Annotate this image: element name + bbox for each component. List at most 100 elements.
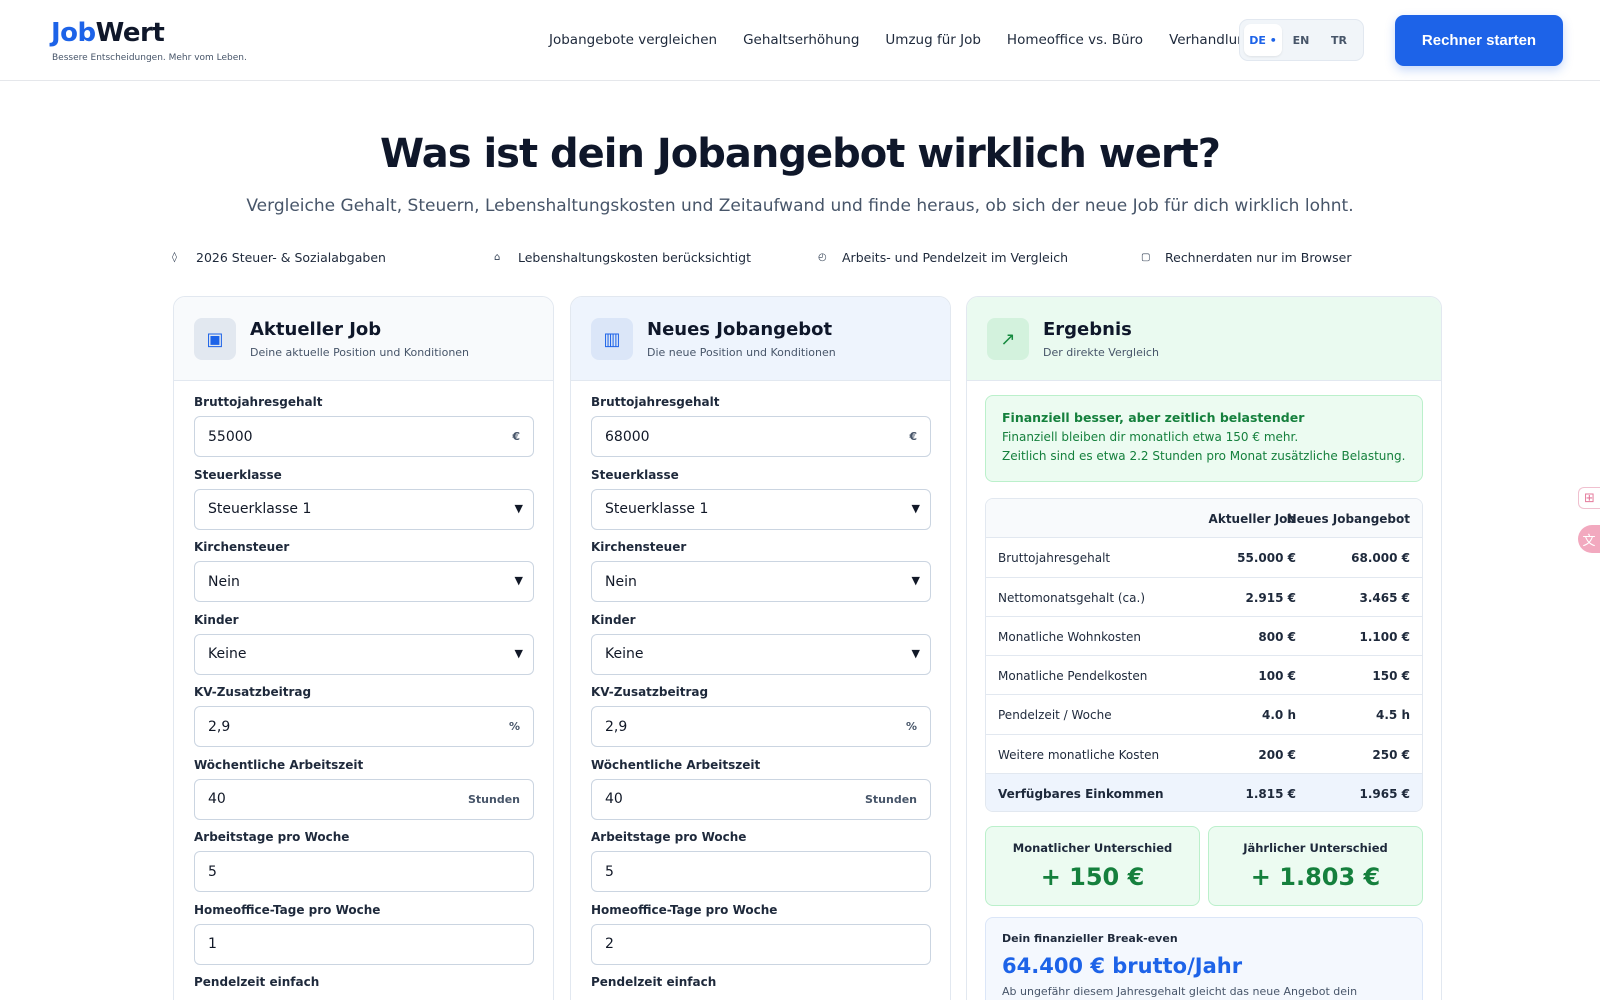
offer-weekly-hours-input[interactable]: 40 Stunden: [591, 778, 931, 820]
hero-subtitle: Vergleiche Gehalt, Steuern, Lebenshaltun…: [246, 196, 1354, 216]
monthly-difference-box: Monatlicher Unterschied + 150 €: [985, 826, 1200, 906]
offer-children-select[interactable]: Keine ▼: [591, 633, 931, 675]
field-label: Wöchentliche Arbeitszeit: [194, 757, 364, 772]
translate-icon[interactable]: 文: [1578, 525, 1600, 553]
form-field: Steuerklasse Steuerklasse 1 ▼: [591, 468, 931, 541]
field-label: Pendelzeit einfach: [591, 975, 717, 989]
field-label: Kinder: [194, 612, 239, 627]
top-navigation-bar: JobWert Bessere Entscheidungen. Mehr vom…: [0, 0, 1600, 81]
comparison-table: Aktueller Job Neues Jobangebot Bruttojah…: [985, 498, 1423, 812]
lock-icon: ▢: [1141, 252, 1151, 263]
form-field: Homeoffice-Tage pro Woche 1: [194, 903, 534, 976]
row-label: Bruttojahresgehalt: [998, 551, 1111, 566]
logo-part-2: Wert: [95, 18, 165, 48]
lang-en[interactable]: EN: [1282, 24, 1320, 56]
table-row: Bruttojahresgehalt 55.000 € 68.000 €: [986, 538, 1422, 578]
feature-item: ◴ Arbeits- und Pendelzeit im Vergleich: [818, 250, 1068, 265]
offer-kv-input[interactable]: 2,9%: [591, 706, 931, 747]
chevron-down-icon: ▼: [514, 501, 523, 515]
table-row: Monatliche Pendelkosten 100 € 150 €: [986, 656, 1422, 696]
field-label: Kinder: [591, 612, 636, 627]
form-field: KV-Zusatzbeitrag 2,9%: [194, 685, 534, 758]
current-workdays-input[interactable]: 5: [194, 851, 534, 892]
trending-up-icon: ↗: [987, 318, 1029, 360]
feature-list: ◊ 2026 Steuer- & Sozialabgaben ⌂ Lebensh…: [172, 250, 1442, 272]
row-label: Weitere monatliche Kosten: [998, 747, 1160, 762]
current-weekly-hours-input[interactable]: 40 Stunden: [194, 778, 534, 820]
logo[interactable]: JobWert: [51, 18, 165, 48]
form-field: Steuerklasse Steuerklasse 1 ▼: [194, 468, 534, 541]
card-header: ▣ Aktueller Job Deine aktuelle Position …: [174, 297, 553, 381]
row-value-current: 1.815 €: [1245, 787, 1296, 802]
field-label: Arbeitstage pro Woche: [591, 830, 747, 844]
lang-tr[interactable]: TR: [1320, 24, 1358, 56]
tagline: Bessere Entscheidungen. Mehr vom Leben.: [52, 53, 247, 63]
table-row: Pendelzeit / Woche 4.0 h 4.5 h: [986, 695, 1422, 735]
column-header: Aktueller Job: [1208, 512, 1296, 526]
nav-link-umzug[interactable]: Umzug für Job: [885, 32, 981, 48]
field-label: Homeoffice-Tage pro Woche: [194, 902, 381, 917]
select-value: Nein: [605, 573, 637, 590]
current-homeoffice-input[interactable]: 1: [194, 923, 534, 965]
current-children-select[interactable]: Keine ▼: [194, 633, 534, 675]
field-label: KV-Zusatzbeitrag: [194, 685, 312, 699]
column-header: Neues Jobangebot: [1286, 512, 1410, 526]
chevron-down-icon: ▼: [911, 646, 920, 660]
logo-part-1: Job: [51, 18, 96, 48]
card-title: Neues Jobangebot: [647, 319, 833, 340]
breakeven-description: Ab ungefähr diesem Jahresgehalt gleicht …: [1002, 985, 1358, 1000]
field-label: Steuerklasse: [194, 467, 282, 482]
result-card: ↗ Ergebnis Der direkte Vergleich Finanzi…: [966, 296, 1442, 1000]
verdict-line: Finanziell bleiben dir monatlich etwa 15…: [1002, 430, 1299, 444]
current-church-tax-select[interactable]: Nein ▼: [194, 561, 534, 602]
new-offer-card: ▥ Neues Jobangebot Die neue Position und…: [570, 296, 951, 1000]
hours-suffix: Stunden: [864, 792, 917, 806]
table-row: Weitere monatliche Kosten 200 € 250 €: [986, 735, 1422, 775]
offer-gross-salary-input[interactable]: 68000 €: [591, 416, 931, 457]
feature-item: ◊ 2026 Steuer- & Sozialabgaben: [172, 250, 386, 265]
hours-suffix: Stunden: [467, 792, 520, 806]
chevron-down-icon: ▼: [514, 646, 523, 660]
row-label: Monatliche Pendelkosten: [998, 669, 1148, 684]
feature-item: ▢ Rechnerdaten nur im Browser: [1141, 250, 1351, 265]
start-calculator-button[interactable]: Rechner starten: [1395, 15, 1563, 66]
nav-link-homeoffice[interactable]: Homeoffice vs. Büro: [1007, 32, 1143, 48]
field-label: Pendelzeit einfach: [194, 975, 320, 989]
breakeven-box: Dein finanzieller Break-even 64.400 € br…: [985, 917, 1423, 1000]
offer-homeoffice-input[interactable]: 2: [591, 923, 931, 965]
nav-link-gehaltserhoehung[interactable]: Gehaltserhöhung: [743, 32, 859, 48]
select-value: Steuerklasse 1: [208, 501, 312, 517]
row-value-offer: 68.000 €: [1351, 551, 1410, 566]
field-label: Arbeitstage pro Woche: [194, 830, 350, 844]
input-value: 2,9: [605, 718, 628, 735]
hero-title: Was ist dein Jobangebot wirklich wert?: [380, 131, 1221, 177]
breakeven-value: 64.400 € brutto/Jahr: [1002, 954, 1243, 978]
new-offer-form: Bruttojahresgehalt 68000 € Steuerklasse S…: [591, 395, 931, 1000]
nav-link-jobangebote[interactable]: Jobangebote vergleichen: [549, 32, 717, 48]
select-value: Nein: [208, 573, 240, 590]
verdict-line: Zeitlich sind es etwa 2.2 Stunden pro Mo…: [1002, 449, 1406, 463]
offer-workdays-input[interactable]: 5: [591, 851, 931, 892]
row-value-current: 2.915 €: [1245, 590, 1296, 605]
row-label: Monatliche Wohnkosten: [998, 629, 1141, 644]
row-value-current: 55.000 €: [1237, 551, 1296, 566]
card-title: Aktueller Job: [250, 319, 382, 340]
card-header: ↗ Ergebnis Der direkte Vergleich: [967, 297, 1441, 381]
form-field: Bruttojahresgehalt 68000 €: [591, 395, 931, 468]
form-field: Homeoffice-Tage pro Woche 2: [591, 903, 931, 976]
input-value: 2,9: [208, 718, 231, 735]
sparkle-grid-icon[interactable]: ⊞: [1578, 487, 1600, 509]
current-kv-input[interactable]: 2,9%: [194, 706, 534, 747]
current-tax-class-select[interactable]: Steuerklasse 1 ▼: [194, 488, 534, 530]
language-switcher: DE • EN TR: [1239, 19, 1364, 61]
row-value-offer: 4.5 h: [1376, 708, 1410, 723]
lang-de[interactable]: DE •: [1244, 24, 1282, 56]
yearly-difference-box: Jährlicher Unterschied + 1.803 €: [1208, 826, 1423, 906]
current-gross-salary-input[interactable]: 55000 €: [194, 416, 534, 457]
current-job-form: Bruttojahresgehalt 55000 € Steuerklasse S…: [194, 395, 534, 1000]
select-value: Steuerklasse 1: [605, 501, 709, 517]
offer-tax-class-select[interactable]: Steuerklasse 1 ▼: [591, 488, 931, 530]
diamond-icon: ◊: [172, 252, 177, 263]
offer-church-tax-select[interactable]: Nein ▼: [591, 561, 931, 602]
percent-suffix: %: [905, 720, 917, 733]
